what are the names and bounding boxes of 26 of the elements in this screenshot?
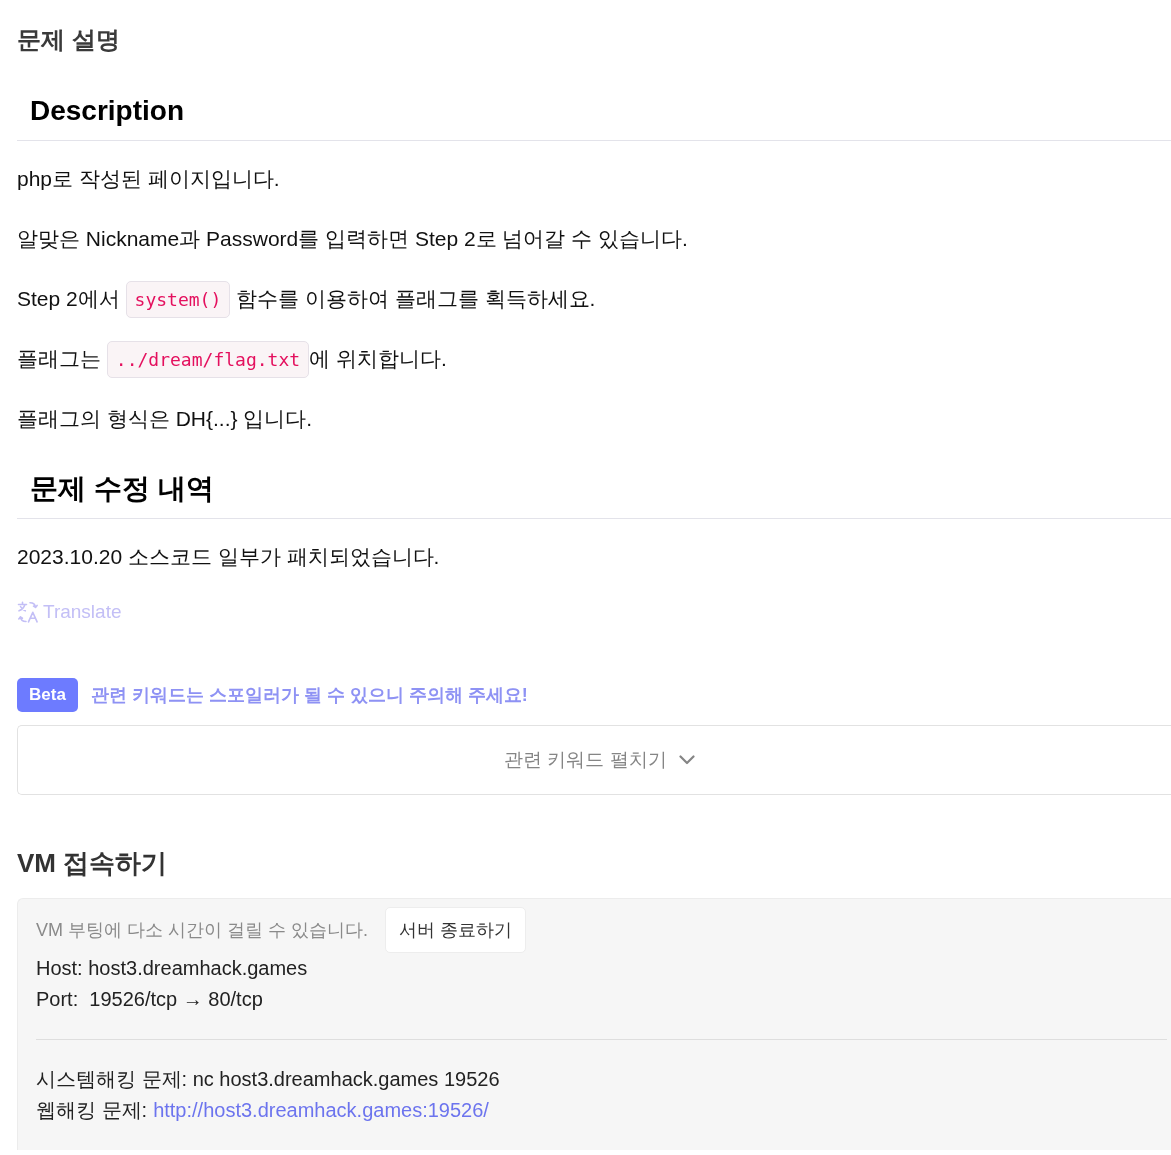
paragraph-text: 플래그는 xyxy=(17,346,102,372)
url-link[interactable]: http://host3.dreamhack.games:19526/ xyxy=(153,1095,489,1126)
paragraph-text: 플래그의 형식은 DH{...} 입니다. xyxy=(17,406,313,432)
section-heading: 문제 수정 내역 xyxy=(17,471,1171,519)
netcat-command-text: 시스템해킹 문제: nc host3.dreamhack.games 19526 xyxy=(36,1067,501,1092)
host-text: Host: host3.dreamhack.games xyxy=(36,956,309,981)
web-hacking-label: 웹해킹 문제: xyxy=(36,1098,148,1123)
section-heading: VM 접속하기 xyxy=(17,847,169,880)
inline-code: system() xyxy=(125,280,231,318)
beta-badge: Beta xyxy=(17,678,78,712)
page-title: 문제 설명 xyxy=(17,25,121,55)
boot-notice: VM 부팅에 다소 시간이 걸릴 수 있습니다. xyxy=(36,919,368,942)
paragraph-text: 알맞은 Nickname과 Password를 입력하면 Step 2로 넘어갈 수 있습니다. xyxy=(17,226,688,252)
stop-server-button[interactable]: 서버 종료하기 xyxy=(385,907,527,953)
paragraph-text: 에 위치합니다. xyxy=(309,346,447,372)
paragraph-text: 2023.10.20 소스코드 일부가 패치되었습니다. xyxy=(17,544,440,570)
inline-code: ../dream/flag.txt xyxy=(106,340,310,378)
paragraph-text: 함수를 이용하여 플래그를 획득하세요. xyxy=(235,286,596,312)
section-heading: Description xyxy=(17,93,1171,141)
spoiler-warning: 관련 키워드는 스포일러가 될 수 있으니 주의해 주세요! xyxy=(90,684,528,707)
port-text: Port: 19526/tcp → 80/tcp xyxy=(36,987,264,1012)
translate-icon xyxy=(17,601,39,623)
keyword-toggle[interactable]: 관련 키워드 펼치기 xyxy=(17,725,1171,795)
chevron-icon xyxy=(678,755,695,765)
paragraph-text: Step 2에서 xyxy=(17,286,121,312)
paragraph-text: php로 작성된 페이지입니다. xyxy=(17,166,280,192)
